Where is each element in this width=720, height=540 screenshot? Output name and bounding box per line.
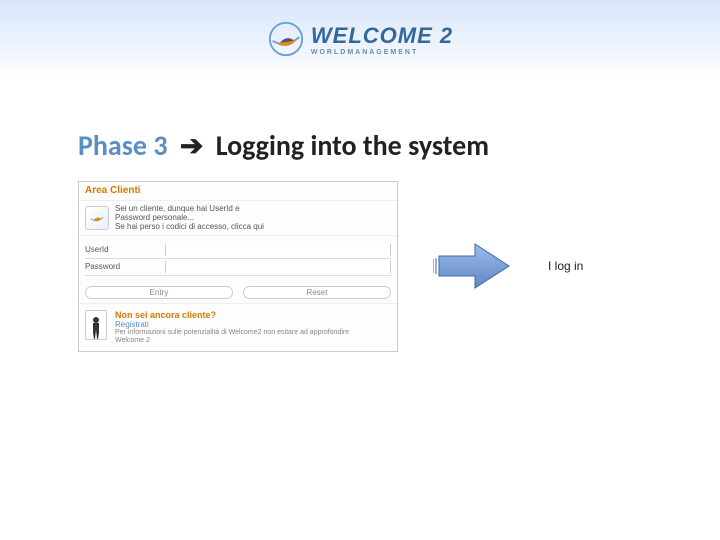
password-row: Password [85,259,391,276]
register-question: Non sei ancora cliente? [115,310,349,320]
login-desc3: Se hai perso i codici di accesso, clicca… [115,222,264,231]
page-title: Phase 3 ➔ Logging into the system [78,128,720,163]
logo-line1: WELCOME 2 [311,23,453,48]
userid-input[interactable] [165,244,391,256]
register-desc1: Per informazioni sulle potenzialità di W… [115,329,349,337]
annotation-text: I log in [548,259,583,273]
reset-button[interactable]: Reset [243,286,391,299]
register-link[interactable]: Registrati [115,320,349,329]
login-fields: UserId Password [79,236,397,282]
login-title: Area Clienti [85,185,141,196]
title-rest: Logging into the system [216,128,489,163]
register-desc2: Welcome 2 [115,337,349,345]
arrow-right-icon: ➔ [174,128,209,163]
register-section: Non sei ancora cliente? Registrati Per i… [79,304,397,351]
header-band: WELCOME 2 WORLDMANAGEMENT [0,0,720,78]
logo-text: WELCOME 2 WORLDMANAGEMENT [311,23,453,56]
login-buttons: Entry Reset [79,282,397,304]
globe-icon [85,206,109,230]
content-row: Area Clienti Sei un cliente, dunque hai … [0,181,720,352]
callout-arrow-icon [433,241,513,291]
person-icon [85,310,107,340]
userid-row: UserId [85,242,391,259]
logo-line2: WORLDMANAGEMENT [311,49,453,56]
login-desc2: Password personale... [115,213,264,222]
login-panel: Area Clienti Sei un cliente, dunque hai … [78,181,398,352]
title-phase: Phase 3 [78,128,168,163]
register-text: Non sei ancora cliente? Registrati Per i… [115,310,349,345]
login-header: Area Clienti [79,182,397,201]
password-label: Password [85,262,155,271]
entry-button[interactable]: Entry [85,286,233,299]
userid-label: UserId [85,245,155,254]
login-desc-row: Sei un cliente, dunque hai UserId e Pass… [79,201,397,236]
login-desc1: Sei un cliente, dunque hai UserId e [115,204,264,213]
login-desc: Sei un cliente, dunque hai UserId e Pass… [115,204,264,232]
logo-icon [267,20,305,58]
password-input[interactable] [165,261,391,273]
logo: WELCOME 2 WORLDMANAGEMENT [267,20,453,58]
